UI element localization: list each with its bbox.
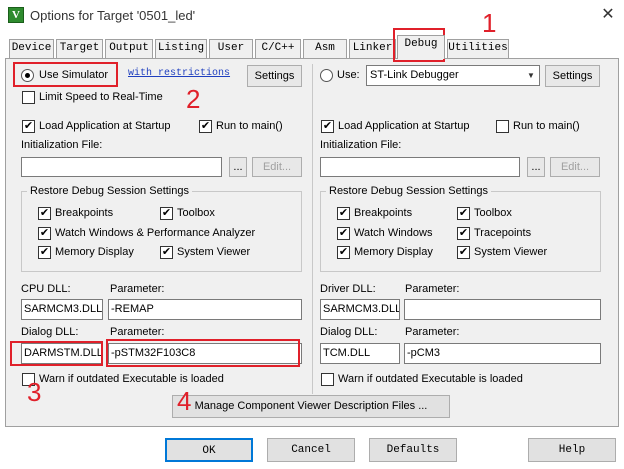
breakpoints-label-left: Breakpoints [55, 207, 114, 219]
annotation-box-dialog-dll [10, 341, 103, 366]
warn-label-right: Warn if outdated Executable is loaded [338, 373, 523, 385]
tab-output[interactable]: Output [105, 39, 153, 58]
init-file-input-right[interactable] [320, 157, 520, 177]
watch-checkbox-left[interactable]: ✔ [38, 227, 51, 240]
breakpoints-checkbox-left[interactable]: ✔ [38, 207, 51, 220]
memory-label-left: Memory Display [55, 246, 134, 258]
manage-component-viewer-button[interactable]: Manage Component Viewer Description File… [172, 395, 450, 418]
dialog-dll-label-right: Dialog DLL: [320, 326, 378, 338]
dialog-param-label-right: Parameter: [405, 326, 460, 338]
column-divider [312, 64, 313, 394]
annotation-box-parameter [106, 339, 300, 367]
init-file-label-right: Initialization File: [320, 139, 402, 151]
init-file-browse-left[interactable]: ... [229, 157, 247, 177]
driver-dll-input[interactable]: SARMCM3.DLL [320, 299, 400, 320]
memory-checkbox-left[interactable]: ✔ [38, 246, 51, 259]
memory-label-right: Memory Display [354, 246, 433, 258]
tab-c-cpp[interactable]: C/C++ [255, 39, 301, 58]
cpu-dll-label: CPU DLL: [21, 283, 71, 295]
driver-dll-label: Driver DLL: [320, 283, 376, 295]
dialog-param-label-left: Parameter: [110, 326, 165, 338]
tab-linker[interactable]: Linker [349, 39, 396, 58]
run-to-main-label-left: Run to main() [216, 120, 283, 132]
run-to-main-checkbox-right[interactable] [496, 120, 509, 133]
tab-asm[interactable]: Asm [303, 39, 347, 58]
system-viewer-label-left: System Viewer [177, 246, 251, 258]
restrictions-link[interactable]: with restrictions [128, 68, 230, 79]
tab-device[interactable]: Device [9, 39, 54, 58]
debugger-select[interactable]: ST-Link Debugger ▼ [366, 65, 540, 86]
annotation-number-3: 3 [27, 377, 42, 407]
annotation-number-2: 2 [186, 84, 201, 114]
tab-utilities[interactable]: Utilities [447, 39, 509, 58]
cpu-param-input[interactable]: -REMAP [108, 299, 302, 320]
driver-param-input[interactable] [404, 299, 601, 320]
ok-button[interactable]: OK [165, 438, 253, 462]
driver-param-label: Parameter: [405, 283, 460, 295]
cancel-button[interactable]: Cancel [267, 438, 355, 462]
help-button[interactable]: Help [528, 438, 616, 462]
use-debugger-radio[interactable] [320, 69, 333, 82]
watch-label-right: Watch Windows [354, 227, 433, 239]
run-to-main-label-right: Run to main() [513, 120, 580, 132]
defaults-button[interactable]: Defaults [369, 438, 457, 462]
dialog-dll-label-left: Dialog DLL: [21, 326, 79, 338]
limit-speed-label: Limit Speed to Real-Time [39, 91, 163, 103]
tab-listing[interactable]: Listing [155, 39, 207, 58]
tab-target[interactable]: Target [56, 39, 103, 58]
chevron-down-icon: ▼ [527, 71, 535, 80]
dialog-dll-input-right[interactable]: TCM.DLL [320, 343, 400, 364]
toolbox-checkbox-left[interactable]: ✔ [160, 207, 173, 220]
watch-checkbox-right[interactable]: ✔ [337, 227, 350, 240]
run-to-main-checkbox-left[interactable]: ✔ [199, 120, 212, 133]
simulator-settings-button[interactable]: Settings [247, 65, 302, 87]
init-file-label-left: Initialization File: [21, 139, 103, 151]
load-app-checkbox-right[interactable]: ✔ [321, 120, 334, 133]
toolbox-label-left: Toolbox [177, 207, 215, 219]
dialog-param-input-right[interactable]: -pCM3 [404, 343, 601, 364]
annotation-box-simulator [13, 62, 118, 87]
annotation-number-4: 4 [177, 386, 192, 416]
window-title: Options for Target '0501_led' [30, 8, 196, 23]
tab-user[interactable]: User [209, 39, 253, 58]
tracepoints-label-right: Tracepoints [474, 227, 532, 239]
system-viewer-label-right: System Viewer [474, 246, 548, 258]
load-app-label-right: Load Application at Startup [338, 120, 470, 132]
restore-title-left: Restore Debug Session Settings [27, 185, 192, 197]
warn-checkbox-right[interactable] [321, 373, 334, 386]
toolbox-label-right: Toolbox [474, 207, 512, 219]
breakpoints-label-right: Breakpoints [354, 207, 413, 219]
restore-title-right: Restore Debug Session Settings [326, 185, 491, 197]
memory-checkbox-right[interactable]: ✔ [337, 246, 350, 259]
cpu-dll-input[interactable]: SARMCM3.DLL [21, 299, 103, 320]
init-file-edit-right[interactable]: Edit... [550, 157, 600, 177]
cpu-param-label: Parameter: [110, 283, 165, 295]
init-file-edit-left[interactable]: Edit... [252, 157, 302, 177]
load-app-checkbox-left[interactable]: ✔ [22, 120, 35, 133]
tab-debug[interactable]: Debug [397, 35, 445, 59]
debugger-settings-button[interactable]: Settings [545, 65, 600, 87]
system-viewer-checkbox-left[interactable]: ✔ [160, 246, 173, 259]
debugger-select-value: ST-Link Debugger [370, 69, 459, 81]
tracepoints-checkbox-right[interactable]: ✔ [457, 227, 470, 240]
breakpoints-checkbox-right[interactable]: ✔ [337, 207, 350, 220]
use-label: Use: [337, 69, 360, 81]
app-icon: V [8, 7, 24, 23]
init-file-browse-right[interactable]: ... [527, 157, 545, 177]
limit-speed-checkbox[interactable] [22, 91, 35, 104]
load-app-label-left: Load Application at Startup [39, 120, 171, 132]
warn-label-left: Warn if outdated Executable is loaded [39, 373, 224, 385]
init-file-input-left[interactable] [21, 157, 222, 177]
toolbox-checkbox-right[interactable]: ✔ [457, 207, 470, 220]
system-viewer-checkbox-right[interactable]: ✔ [457, 246, 470, 259]
annotation-number-1: 1 [482, 8, 497, 38]
close-icon[interactable]: ✕ [596, 4, 620, 26]
watch-label-left: Watch Windows & Performance Analyzer [55, 227, 256, 239]
